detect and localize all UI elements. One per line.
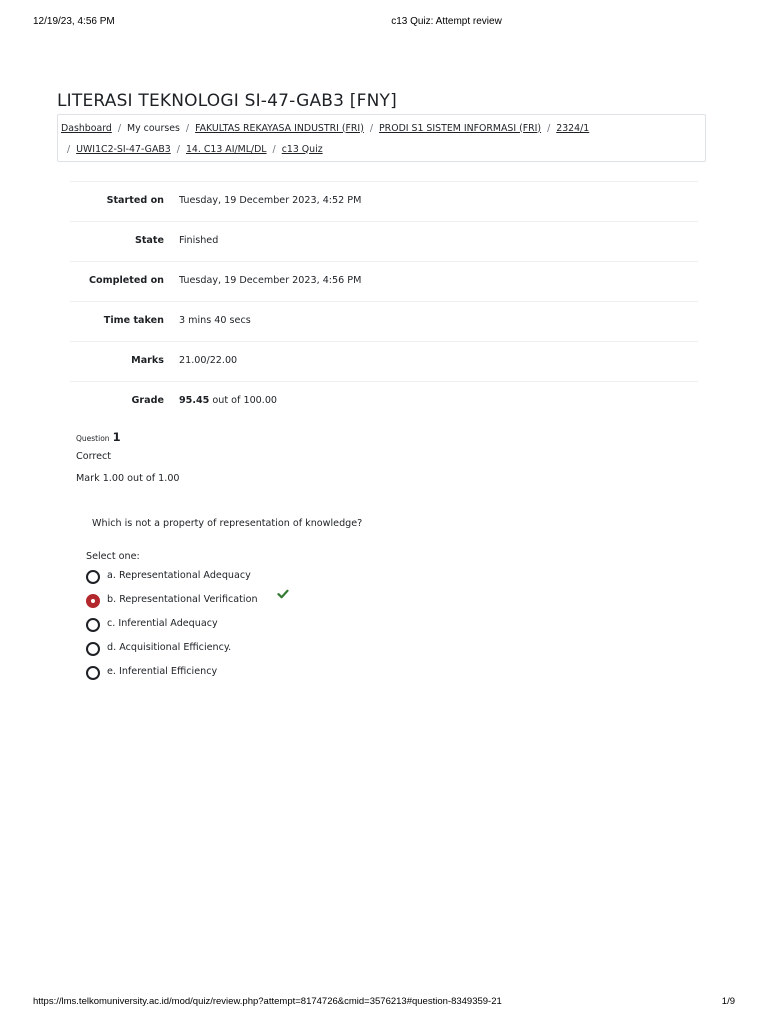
answer-prompt: Select one: (86, 551, 140, 562)
question-grade: Mark 1.00 out of 1.00 (76, 473, 180, 484)
print-document-title: c13 Quiz: Attempt review (391, 16, 502, 27)
print-url: https://lms.telkomuniversity.ac.id/mod/q… (33, 996, 502, 1007)
summary-label: Marks (131, 355, 164, 366)
breadcrumb-section[interactable]: 14. C13 AI/ML/DL (186, 144, 267, 155)
breadcrumb-separator: / (547, 122, 551, 134)
check-icon (277, 589, 289, 599)
question-info: Question 1 Correct Mark 1.00 out of 1.00 (76, 430, 180, 484)
breadcrumb-row: / UWI1C2-SI-47-GAB3 / 14. C13 AI/ML/DL /… (61, 142, 323, 156)
grade-out-of: out of 100.00 (209, 395, 278, 406)
summary-row-grade: Grade 95.45 out of 100.00 (70, 381, 698, 421)
print-footer: https://lms.telkomuniversity.ac.id/mod/q… (0, 996, 768, 1010)
breadcrumb-course[interactable]: UWI1C2-SI-47-GAB3 (76, 144, 171, 155)
question-number: 1 (112, 430, 121, 444)
breadcrumb-separator: / (67, 143, 71, 155)
answer-option-b[interactable]: b. Representational Verification (86, 589, 386, 616)
question-state: Correct (76, 451, 112, 462)
answer-option-a[interactable]: a. Representational Adequacy (86, 568, 386, 592)
breadcrumb-term[interactable]: 2324/1 (556, 123, 589, 134)
answer-options: a. Representational Adequacy b. Represen… (86, 568, 386, 688)
summary-row-completed-on: Completed on Tuesday, 19 December 2023, … (70, 261, 698, 301)
radio-button[interactable] (86, 642, 100, 656)
answer-label: d. Acquisitional Efficiency. (107, 642, 232, 653)
answer-label: b. Representational Verification (107, 594, 258, 605)
summary-label: Time taken (103, 315, 164, 326)
summary-value: 95.45 out of 100.00 (179, 395, 277, 406)
radio-button[interactable] (86, 618, 100, 632)
summary-value: Tuesday, 19 December 2023, 4:56 PM (179, 275, 362, 286)
breadcrumb-separator: / (176, 143, 180, 155)
breadcrumb-program[interactable]: PRODI S1 SISTEM INFORMASI (FRI) (379, 123, 541, 134)
radio-button-selected[interactable] (86, 594, 100, 608)
summary-row-started-on: Started on Tuesday, 19 December 2023, 4:… (70, 181, 698, 221)
attempt-summary-table: Started on Tuesday, 19 December 2023, 4:… (70, 181, 698, 421)
breadcrumb-quiz[interactable]: c13 Quiz (282, 144, 323, 155)
question-label: Question (76, 434, 110, 443)
summary-value: Finished (179, 235, 219, 246)
print-page-number: 1/9 (721, 996, 735, 1007)
summary-value: 21.00/22.00 (179, 355, 238, 366)
answer-label: e. Inferential Efficiency (107, 666, 218, 677)
answer-option-c[interactable]: c. Inferential Adequacy (86, 616, 386, 640)
breadcrumb-faculty[interactable]: FAKULTAS REKAYASA INDUSTRI (FRI) (195, 123, 364, 134)
breadcrumb-separator: / (185, 122, 190, 134)
summary-row-marks: Marks 21.00/22.00 (70, 341, 698, 381)
answer-option-d[interactable]: d. Acquisitional Efficiency. (86, 640, 386, 664)
course-title: LITERASI TEKNOLOGI SI-47-GAB3 [FNY] (57, 91, 397, 111)
grade-score: 95.45 (179, 395, 210, 406)
summary-value: Tuesday, 19 December 2023, 4:52 PM (179, 195, 362, 206)
answer-label: a. Representational Adequacy (107, 570, 251, 581)
breadcrumb-separator: / (117, 122, 122, 134)
question-text: Which is not a property of representatio… (92, 518, 363, 529)
breadcrumb: Dashboard / My courses / FAKULTAS REKAYA… (57, 114, 706, 162)
breadcrumb-row: Dashboard / My courses / FAKULTAS REKAYA… (61, 121, 589, 135)
print-header: 12/19/23, 4:56 PM c13 Quiz: Attempt revi… (0, 16, 768, 30)
summary-label: Completed on (88, 275, 164, 286)
breadcrumb-dashboard[interactable]: Dashboard (61, 123, 112, 134)
summary-label: State (134, 235, 164, 246)
answer-option-e[interactable]: e. Inferential Efficiency (86, 664, 386, 688)
breadcrumb-separator: / (369, 122, 374, 134)
answer-label: c. Inferential Adequacy (107, 618, 218, 629)
radio-button[interactable] (86, 570, 100, 584)
breadcrumb-my-courses: My courses (127, 122, 180, 134)
radio-button[interactable] (86, 666, 100, 680)
breadcrumb-separator: / (272, 143, 276, 155)
summary-label: Grade (131, 395, 164, 406)
summary-row-time-taken: Time taken 3 mins 40 secs (70, 301, 698, 341)
summary-value: 3 mins 40 secs (179, 315, 251, 326)
summary-row-state: State Finished (70, 221, 698, 261)
summary-label: Started on (106, 195, 164, 206)
